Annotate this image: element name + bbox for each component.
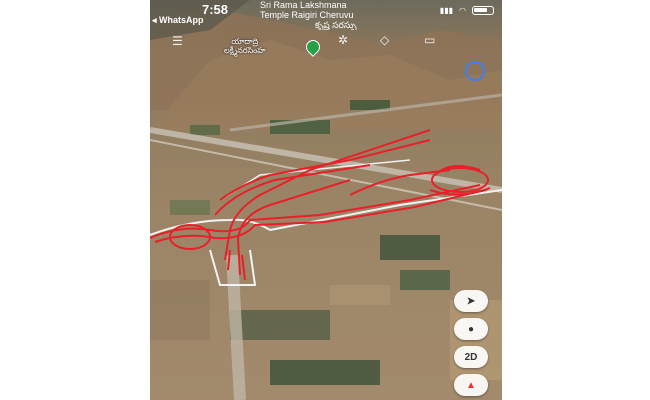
place-title: Sri Rama Lakshmana Temple Raigiri Cheruv…: [260, 0, 410, 30]
navigate-button[interactable]: ➤: [454, 290, 488, 312]
map-toolbar: ☰ ✲ ◇ ▭: [150, 30, 502, 81]
status-icons: ▮▮▮ ◠: [440, 6, 494, 15]
red-arrow-icon: ▲: [466, 379, 476, 391]
compass-icon[interactable]: [465, 61, 485, 81]
place-line-3: కృష్ణ సరస్సు: [315, 20, 357, 30]
map-place-label: యాదాద్రి లక్ష్మీనరసింహ: [224, 37, 266, 55]
view-2d-label: 2D: [464, 351, 478, 363]
layers-icon[interactable]: ✲: [338, 33, 348, 47]
battery-icon: [472, 6, 494, 15]
status-bar: 7:58 ◂ WhatsApp Sri Rama Lakshmana Templ…: [150, 0, 502, 30]
wifi-icon: ◠: [459, 6, 466, 15]
back-to-app-link[interactable]: ◂ WhatsApp: [152, 15, 204, 26]
place-line-2: Temple Raigiri Cheruvu: [260, 10, 354, 20]
menu-icon[interactable]: ☰: [172, 34, 183, 48]
phone-screen: 7:58 ◂ WhatsApp Sri Rama Lakshmana Templ…: [150, 0, 502, 400]
ruler-icon[interactable]: ◇: [380, 33, 389, 47]
ruler-icon[interactable]: ▭: [424, 33, 435, 47]
satellite-map[interactable]: [150, 0, 502, 400]
direction-button[interactable]: ▲: [454, 374, 488, 396]
signal-icon: ▮▮▮: [439, 6, 454, 15]
navigation-arrow-icon: ➤: [466, 295, 476, 307]
place-line-1: Sri Rama Lakshmana: [260, 0, 347, 10]
person-icon: ●: [467, 323, 475, 335]
street-view-button[interactable]: ●: [454, 318, 488, 340]
clock: 7:58: [202, 2, 229, 17]
view-2d-button[interactable]: 2D: [454, 346, 488, 368]
